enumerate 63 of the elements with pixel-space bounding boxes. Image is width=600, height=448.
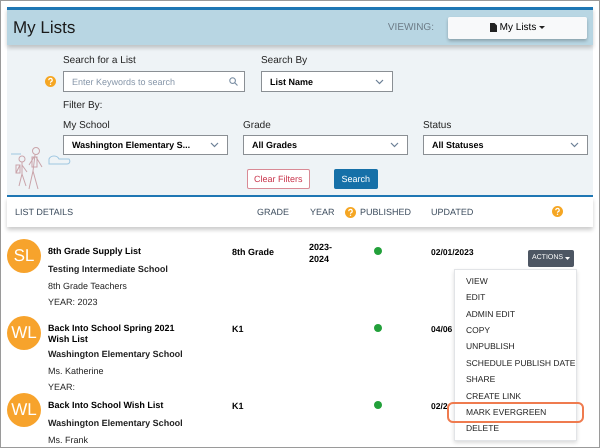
filter-select[interactable]: All Statuses <box>423 135 588 155</box>
menu-item[interactable]: DELETE <box>455 420 576 437</box>
grade-cell-text: 8th Grade <box>232 246 274 259</box>
search-button[interactable]: Search <box>334 169 378 189</box>
filter-select[interactable]: Washington Elementary S... <box>63 135 228 155</box>
caret-icon <box>539 26 546 30</box>
menu-item[interactable]: EDIT <box>455 289 576 306</box>
avatar: WL <box>7 393 41 427</box>
menu-item[interactable]: SHARE <box>455 371 576 388</box>
column-header: PUBLISHED <box>360 206 412 219</box>
clear-filters-button[interactable]: Clear Filters <box>247 169 310 189</box>
help-icon[interactable] <box>552 206 563 217</box>
document-icon <box>490 23 497 32</box>
avatar: SL <box>7 239 41 273</box>
menu-item[interactable]: CREATE LINK <box>455 388 576 404</box>
viewing-label: VIEWING: <box>388 21 434 35</box>
help-icon[interactable] <box>345 207 356 218</box>
filter-label: Filter By: <box>63 100 104 112</box>
menu-item[interactable]: VIEW <box>455 273 576 290</box>
page-title: My Lists <box>13 16 76 39</box>
list-name: 8th Grade Supply List <box>48 246 142 257</box>
teacher-name: 8th Grade Teachers <box>48 280 128 292</box>
grade-cell-text: K1 <box>232 323 244 336</box>
year-text: YEAR: 2023 <box>48 296 99 309</box>
search-field[interactable]: Enter Keywords to search <box>63 71 245 92</box>
menu-item[interactable]: SCHEDULE PUBLISH DATE <box>455 354 576 372</box>
filter-select[interactable]: All Grades <box>243 135 408 155</box>
chevron-icon <box>375 78 384 84</box>
updated-cell: 02/2 <box>431 400 448 413</box>
menu-item[interactable]: UNPUBLISH <box>455 338 576 355</box>
viewing-dropdown[interactable]: My Lists <box>448 16 587 38</box>
menu-item[interactable]: ADMIN EDIT <box>455 306 576 322</box>
search-icon <box>229 77 238 86</box>
field-label: Status <box>423 120 452 132</box>
school-name: Washington Elementary School <box>48 417 183 430</box>
menu-item[interactable]: COPY <box>455 322 576 339</box>
help-icon[interactable] <box>45 76 56 87</box>
year-cell: 2023- 2024 <box>309 241 332 265</box>
list-name: Back Into School Spring 2021 Wish List <box>48 323 176 345</box>
school-name: Testing Intermediate School <box>48 263 168 276</box>
field-label: Search By <box>261 55 308 67</box>
teacher-name: Ms. Katherine <box>48 364 105 378</box>
field-label: Grade <box>243 120 272 132</box>
caret-icon <box>565 257 570 260</box>
column-header: LIST DETAILS <box>15 206 74 219</box>
column-header: UPDATED <box>431 206 474 219</box>
column-header: GRADE <box>257 206 290 219</box>
year-text: YEAR: <box>48 381 76 394</box>
menu-item[interactable]: MARK EVERGREEN <box>449 404 582 421</box>
chevron-icon <box>210 142 219 148</box>
search-by-select[interactable]: List Name <box>261 71 393 92</box>
updated-cell: 04/06 <box>431 323 452 336</box>
field-label: Search for a List <box>63 55 137 67</box>
updated-cell: 02/01/2023 <box>431 246 474 259</box>
teacher-name: Ms. Frank <box>48 434 90 446</box>
chevron-icon <box>570 142 579 148</box>
column-header: YEAR <box>310 206 335 219</box>
list-name: Back Into School Wish List <box>48 400 164 411</box>
chevron-icon <box>390 142 399 148</box>
field-label: My School <box>63 120 111 132</box>
avatar: WL <box>7 316 41 350</box>
school-name: Washington Elementary School <box>48 348 183 361</box>
grade-cell-text: K1 <box>232 400 244 413</box>
